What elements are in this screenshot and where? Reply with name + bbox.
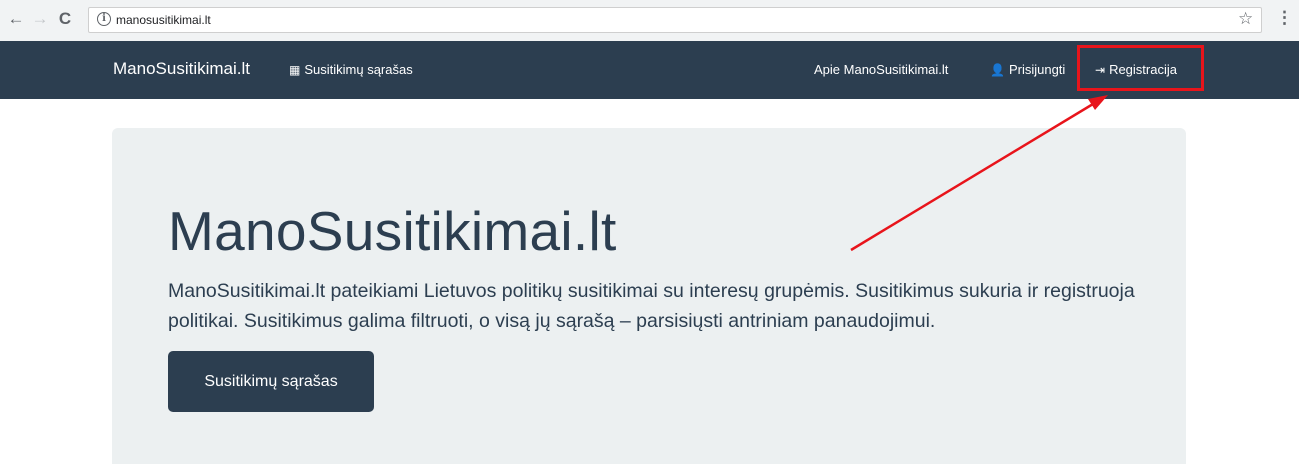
annotation-arrow	[850, 95, 1108, 252]
